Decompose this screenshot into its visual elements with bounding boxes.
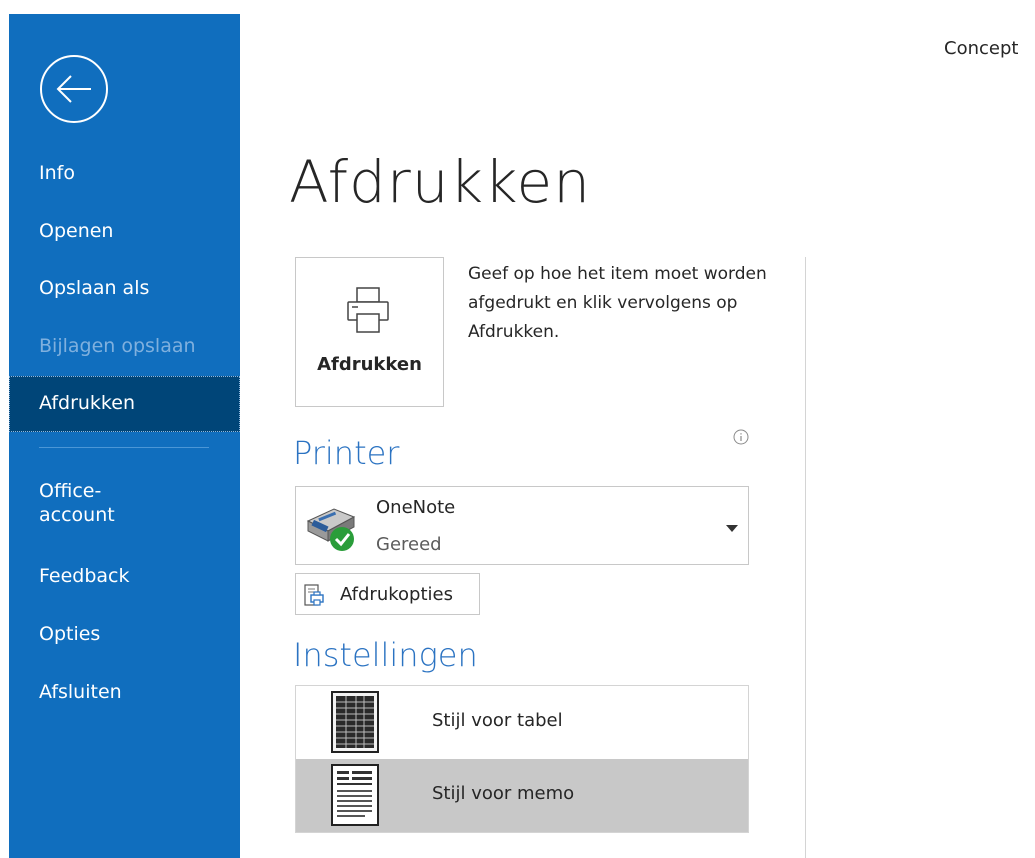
print-description: Geef op hoe het item moet worden afgedru… [468, 264, 767, 342]
office-account-line-2: account [39, 504, 115, 526]
print-options-icon [304, 584, 324, 606]
page-title: Afdrukken [289, 148, 592, 216]
back-arrow-circle-icon [40, 55, 108, 123]
print-button-label: Afdrukken [317, 354, 422, 375]
sidebar-divider [39, 447, 209, 448]
sidebar-item-label: Feedback [39, 565, 130, 588]
sidebar-item-label: Openen [39, 220, 114, 243]
style-item-table[interactable]: Stijl voor tabel [296, 686, 748, 759]
printer-name: OneNote [376, 497, 456, 518]
table-style-icon [331, 691, 379, 753]
sidebar-item-opties[interactable]: Opties [9, 607, 240, 663]
print-options-button[interactable]: Afdrukopties [295, 573, 480, 615]
sidebar-item-info[interactable]: Info [9, 146, 240, 202]
memo-style-icon [331, 764, 379, 826]
sidebar-item-label: Opties [39, 623, 101, 646]
sidebar-item-label: Opslaan als [39, 277, 150, 300]
chevron-down-icon [726, 525, 738, 532]
concept-label: Concept [944, 38, 1019, 59]
sidebar-item-label: Info [39, 162, 75, 185]
back-button[interactable] [39, 54, 109, 124]
print-options-label: Afdrukopties [340, 584, 453, 605]
sidebar-item-afdrukken[interactable]: Afdrukken [9, 376, 240, 432]
style-item-memo[interactable]: Stijl voor memo [296, 759, 748, 832]
print-style-list: Stijl voor tabel Stijl voor memo [295, 685, 749, 833]
office-account-line-1: Office- [39, 480, 102, 503]
sidebar-item-office-account[interactable]: Office- account [9, 469, 240, 539]
sidebar-item-label: Office- account [39, 480, 115, 528]
settings-section-title: Instellingen [293, 636, 478, 674]
vertical-divider [805, 257, 806, 858]
sidebar-item-openen[interactable]: Openen [9, 204, 240, 260]
printer-dropdown[interactable]: OneNote Gereed [295, 486, 749, 565]
info-icon[interactable] [733, 429, 749, 445]
style-label: Stijl voor memo [432, 783, 575, 804]
backstage-sidebar: Info Openen Opslaan als Bijlagen opslaan… [9, 14, 240, 858]
print-button[interactable]: Afdrukken [295, 257, 444, 407]
sidebar-item-label: Afsluiten [39, 681, 122, 704]
printer-status: Gereed [376, 534, 442, 555]
sidebar-item-afsluiten[interactable]: Afsluiten [9, 665, 240, 721]
sidebar-item-label: Bijlagen opslaan [39, 335, 196, 358]
style-label: Stijl voor tabel [432, 710, 563, 731]
printer-icon [347, 287, 389, 333]
check-circle-icon [330, 527, 354, 551]
sidebar-item-feedback[interactable]: Feedback [9, 549, 240, 605]
printer-device-icon [306, 508, 356, 551]
printer-section-title: Printer [293, 434, 400, 472]
sidebar-item-opslaan-als[interactable]: Opslaan als [9, 261, 240, 317]
sidebar-item-label: Afdrukken [39, 392, 135, 415]
sidebar-item-bijlagen-opslaan: Bijlagen opslaan [9, 319, 240, 375]
